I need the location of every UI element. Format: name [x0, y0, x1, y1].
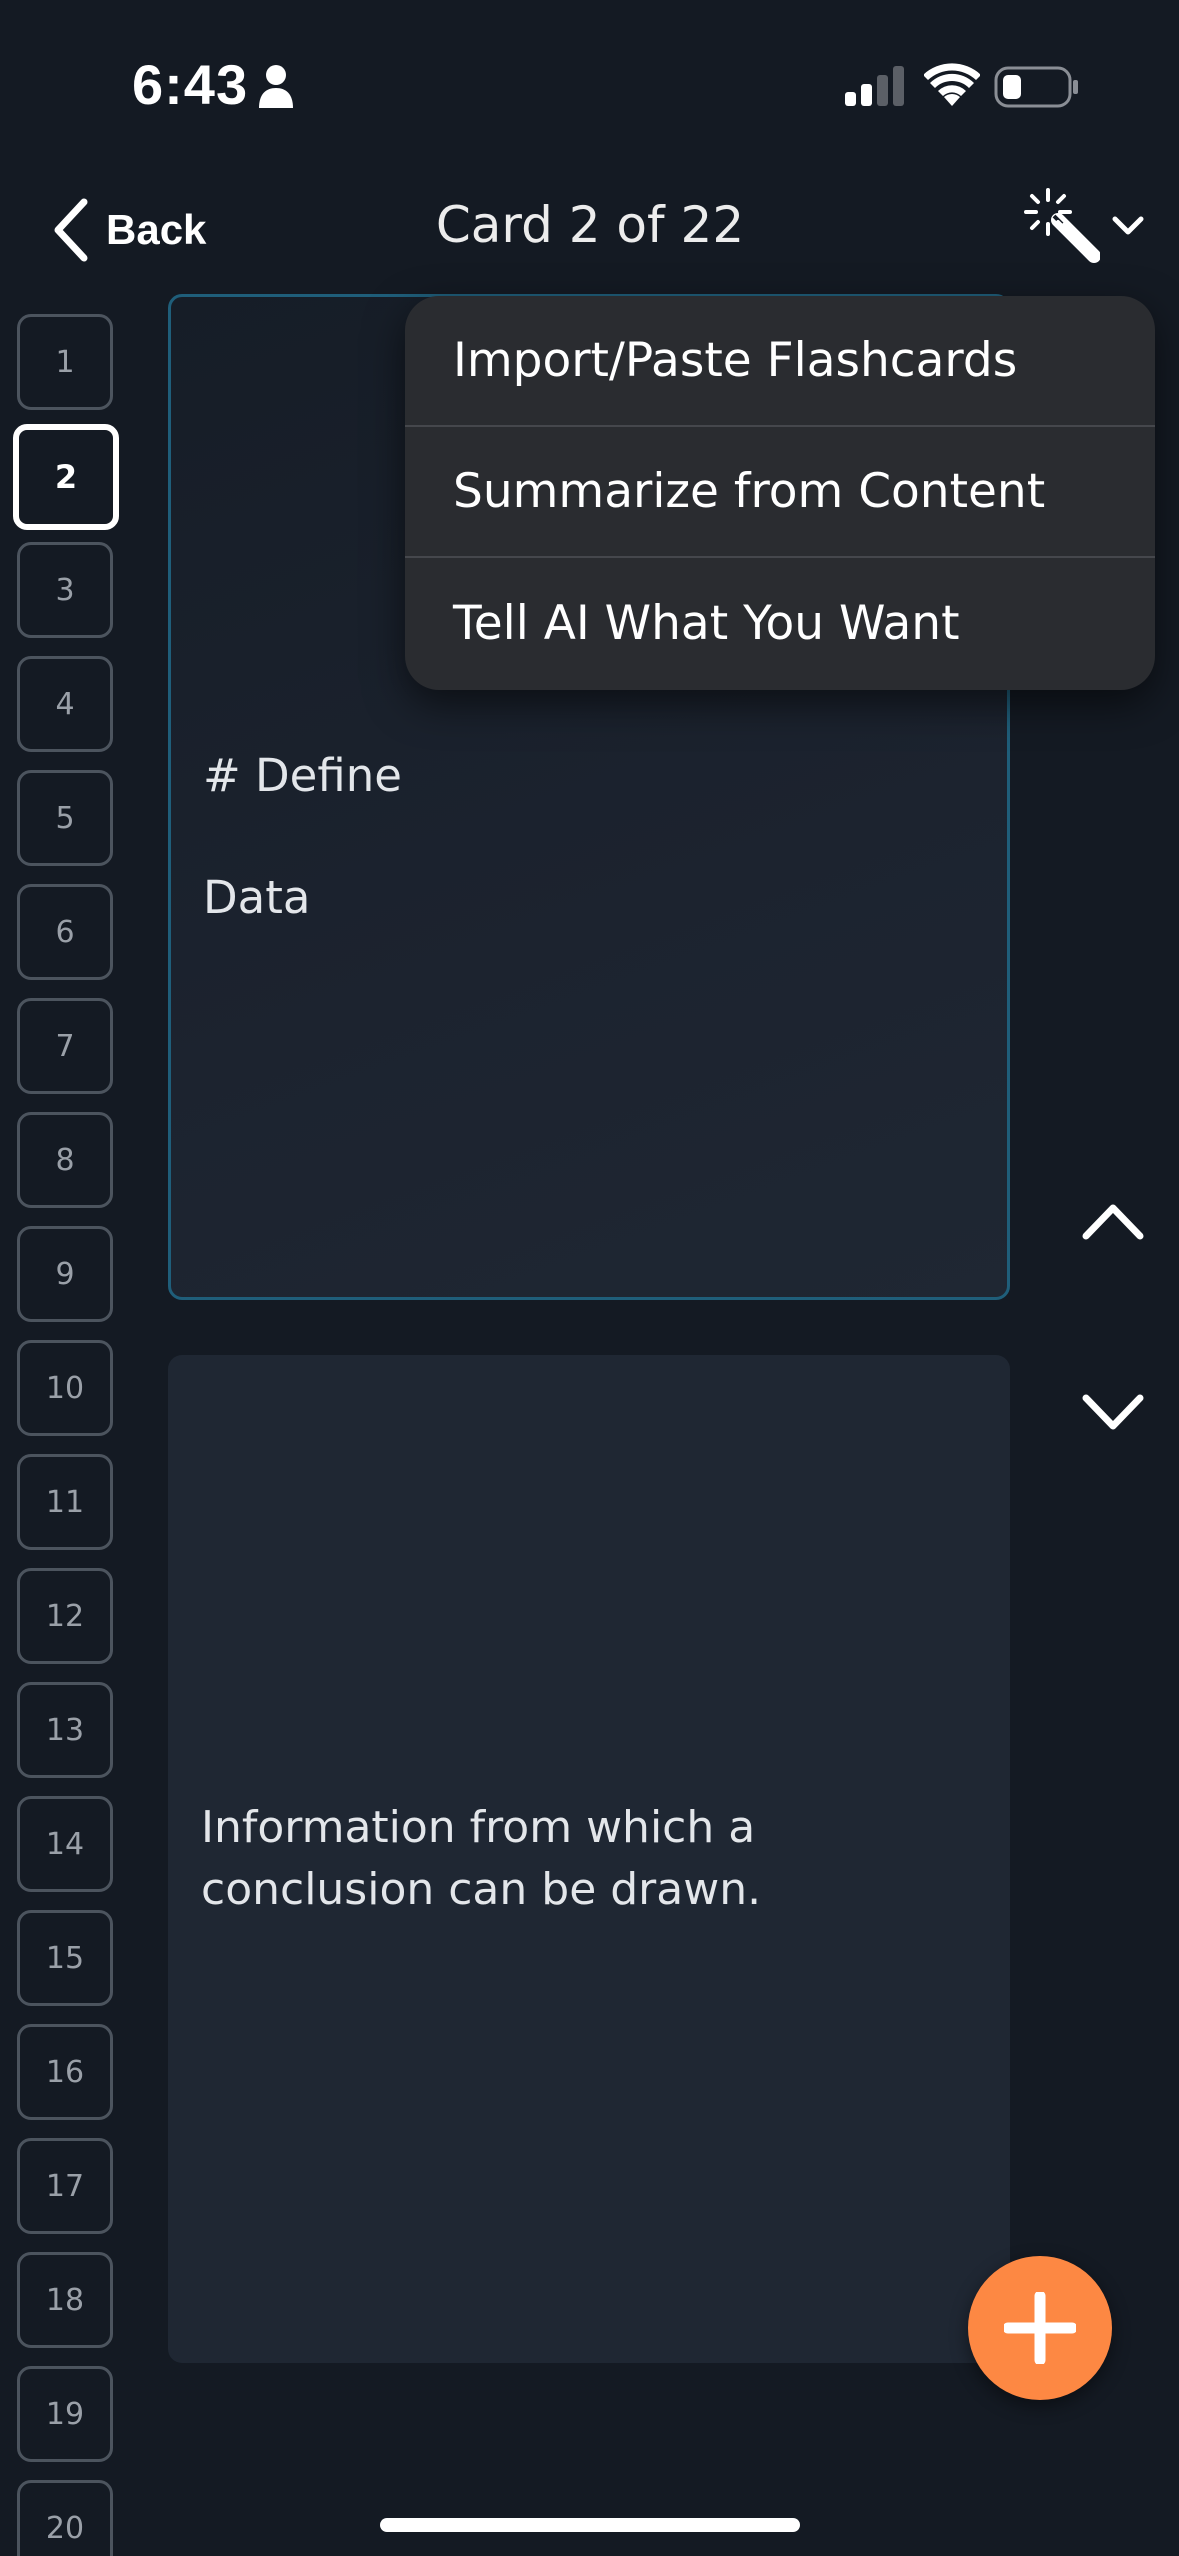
- back-button[interactable]: Back: [52, 190, 206, 270]
- chevron-down-small-icon: [1112, 216, 1144, 235]
- card-index-item[interactable]: 18: [17, 2252, 113, 2348]
- card-index-item[interactable]: 16: [17, 2024, 113, 2120]
- card-index-item[interactable]: 3: [17, 542, 113, 638]
- card-back-editor[interactable]: Information from which a conclusion can …: [168, 1355, 1010, 2363]
- screen: 6:43 Back Card 2 of 22 1 2 3 4 5 6 7 8 9…: [0, 0, 1179, 2556]
- menu-item-import-paste[interactable]: Import/Paste Flashcards: [405, 296, 1155, 427]
- magic-menu-button[interactable]: [1024, 188, 1144, 268]
- card-index-item[interactable]: 11: [17, 1454, 113, 1550]
- battery-icon: [994, 66, 1078, 108]
- card-index-item[interactable]: 13: [17, 1682, 113, 1778]
- status-time: 6:43: [132, 53, 249, 116]
- card-index-item[interactable]: 12: [17, 1568, 113, 1664]
- card-index-item[interactable]: 20: [17, 2480, 113, 2556]
- wifi-icon: [924, 63, 980, 106]
- menu-item-tell-ai[interactable]: Tell AI What You Want: [405, 558, 1155, 689]
- card-index-item[interactable]: 9: [17, 1226, 113, 1322]
- card-index-item[interactable]: 19: [17, 2366, 113, 2462]
- chevron-up-icon[interactable]: [1080, 1196, 1146, 1242]
- card-index-item[interactable]: 1: [17, 314, 113, 410]
- chevron-down-icon[interactable]: [1080, 1392, 1146, 1438]
- magic-dropdown-menu: Import/Paste Flashcards Summarize from C…: [405, 296, 1155, 690]
- card-index-item[interactable]: 10: [17, 1340, 113, 1436]
- page-title: Card 2 of 22: [435, 196, 745, 254]
- card-index-item[interactable]: 4: [17, 656, 113, 752]
- card-index-item[interactable]: 8: [17, 1112, 113, 1208]
- signal-icon: [845, 66, 904, 106]
- card-index-item[interactable]: 17: [17, 2138, 113, 2234]
- card-front-text: # Define Data: [203, 749, 402, 924]
- card-index-item[interactable]: 15: [17, 1910, 113, 2006]
- menu-item-summarize[interactable]: Summarize from Content: [405, 427, 1155, 558]
- card-back-text: Information from which a conclusion can …: [201, 1802, 762, 1915]
- home-indicator: [380, 2518, 800, 2532]
- back-label: Back: [106, 206, 207, 253]
- magic-wand-icon: [1024, 188, 1100, 263]
- add-card-button[interactable]: [968, 2256, 1112, 2400]
- card-index-item-active[interactable]: 2: [13, 424, 119, 530]
- card-index-item[interactable]: 7: [17, 998, 113, 1094]
- card-index-item[interactable]: 6: [17, 884, 113, 980]
- chevron-left-icon: [54, 198, 88, 262]
- card-index-item[interactable]: 14: [17, 1796, 113, 1892]
- person-icon: [259, 65, 293, 108]
- plus-icon: [1004, 2292, 1076, 2364]
- card-index-item[interactable]: 5: [17, 770, 113, 866]
